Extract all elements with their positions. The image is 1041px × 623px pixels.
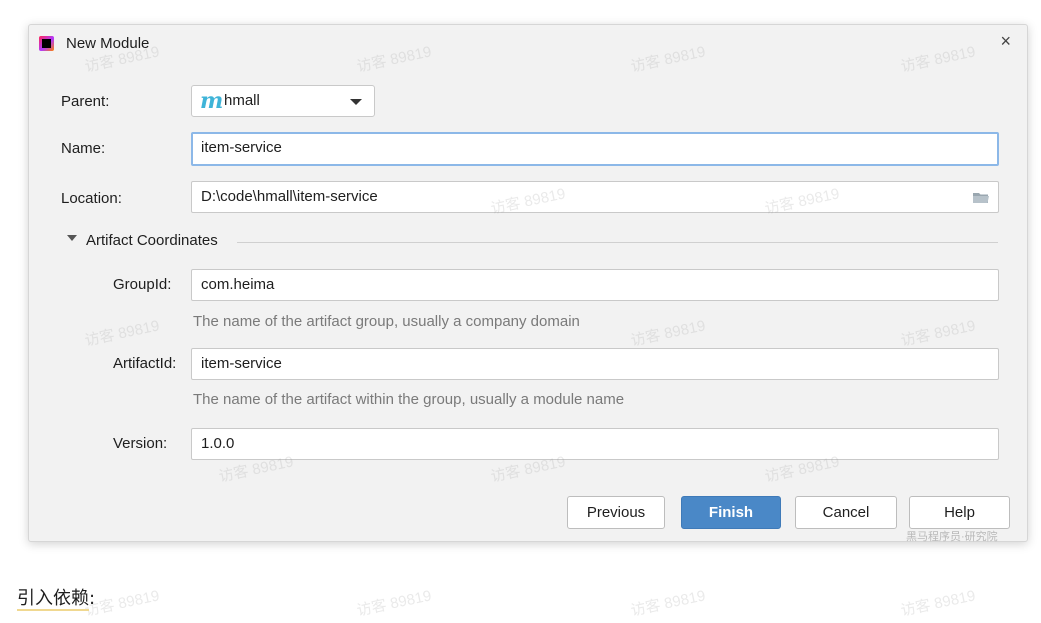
parent-combobox[interactable]: m hmall (191, 85, 375, 117)
brand-watermark: 黑马程序员·研究院 (906, 531, 998, 543)
watermark: 访客 89819 (355, 587, 434, 620)
groupid-field[interactable]: com.heima (191, 269, 999, 301)
name-field[interactable]: item-service (191, 132, 999, 166)
document-text: 引入依赖: (17, 584, 96, 611)
version-label: Version: (113, 435, 168, 452)
section-divider (237, 242, 998, 243)
location-value: D:\code\hmall\item-service (201, 188, 378, 205)
version-field[interactable]: 1.0.0 (191, 428, 999, 460)
folder-icon[interactable] (972, 191, 990, 204)
watermark: 访客 89819 (629, 587, 708, 620)
maven-module-icon: m (200, 88, 224, 114)
artifact-section-title[interactable]: Artifact Coordinates (86, 232, 218, 249)
parent-value: hmall (224, 92, 260, 109)
document-text-main: 引入依赖 (17, 588, 89, 611)
finish-button[interactable]: Finish (681, 496, 781, 529)
close-icon[interactable]: × (1000, 31, 1011, 52)
new-module-dialog: New Module × Parent: m hmall Name: item-… (28, 24, 1028, 542)
section-collapse-icon[interactable] (66, 231, 80, 245)
artifactid-field[interactable]: item-service (191, 348, 999, 380)
intellij-icon (39, 36, 54, 51)
document-text-suffix: : (89, 588, 96, 609)
artifactid-hint: The name of the artifact within the grou… (193, 391, 625, 408)
parent-label: Parent: (61, 93, 110, 110)
watermark: 访客 89819 (899, 587, 978, 620)
groupid-hint: The name of the artifact group, usually … (193, 313, 580, 330)
artifactid-label: ArtifactId: (113, 355, 177, 372)
groupid-label: GroupId: (113, 276, 172, 293)
help-button[interactable]: Help (909, 496, 1010, 529)
dialog-title: New Module (66, 35, 150, 52)
cancel-button[interactable]: Cancel (795, 496, 897, 529)
dialog-titlebar: New Module × (29, 25, 1027, 61)
chevron-down-icon (350, 99, 362, 105)
location-label: Location: (61, 190, 122, 207)
location-field[interactable]: D:\code\hmall\item-service (191, 181, 999, 213)
previous-button[interactable]: Previous (567, 496, 665, 529)
name-label: Name: (61, 140, 106, 157)
